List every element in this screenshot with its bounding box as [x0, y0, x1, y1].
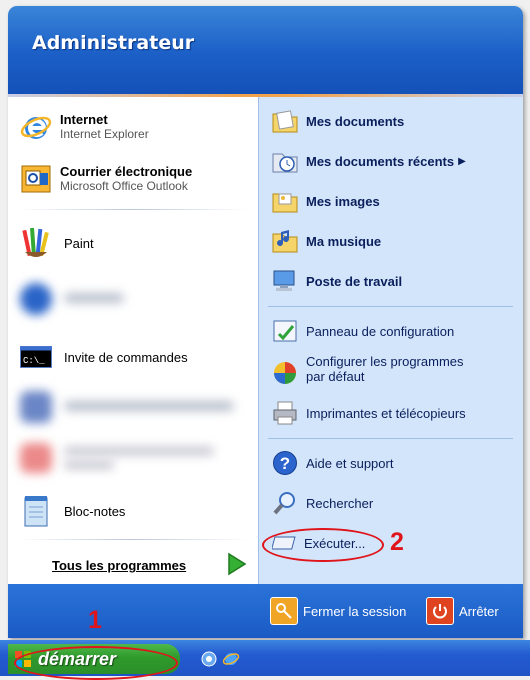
recent-label: Invite de commandes: [64, 349, 188, 365]
pinned-subtitle: Internet Explorer: [60, 127, 149, 141]
all-programs-button[interactable]: Tous les programmes: [52, 558, 186, 573]
left-panel: Internet Internet Explorer Courrier élec…: [8, 97, 258, 584]
configurer-programmes[interactable]: Configurer les programmes par défaut: [270, 354, 464, 388]
control-panel-icon: [270, 316, 300, 346]
mes-images[interactable]: Mes images: [270, 186, 380, 216]
configurer-programmes-label-2: par défaut: [306, 369, 365, 384]
pinned-title: Courrier électronique: [60, 164, 193, 179]
blurred-label: [64, 293, 124, 303]
green-arrow-icon[interactable]: [226, 552, 248, 576]
help-icon: ?: [270, 448, 300, 478]
shutdown-label: Arrêter: [459, 603, 499, 619]
mes-documents[interactable]: Mes documents: [270, 106, 404, 136]
imprimantes-telecopieurs[interactable]: Imprimantes et télécopieurs: [270, 398, 466, 428]
start-menu-header: Administrateur: [8, 6, 523, 94]
show-desktop-icon[interactable]: [200, 650, 218, 668]
power-icon: [426, 597, 454, 625]
search-icon: [270, 488, 300, 518]
divider: [268, 306, 513, 307]
ie-icon: [18, 109, 54, 145]
mes-documents-recents[interactable]: Mes documents récents ▶: [270, 146, 466, 176]
ma-musique-label: Ma musique: [306, 233, 382, 249]
blurred-icon: [20, 443, 52, 473]
folder-documents-icon: [270, 106, 300, 136]
printer-icon: [270, 398, 300, 428]
ie-quicklaunch-icon[interactable]: [222, 650, 240, 668]
recent-label: Bloc-notes: [64, 503, 126, 519]
outlook-icon: [18, 161, 54, 197]
pinned-title: Internet: [60, 112, 108, 127]
svg-text:?: ?: [280, 454, 290, 473]
notepad-icon: [18, 493, 54, 529]
aide-support[interactable]: ? Aide et support: [270, 448, 393, 478]
logoff-label: Fermer la session: [303, 603, 407, 619]
annotation-oval-executer: [262, 528, 384, 562]
recent-notepad[interactable]: Bloc-notes: [18, 493, 125, 529]
key-icon: [270, 597, 298, 625]
cmd-icon: C:\_: [18, 342, 54, 372]
panneau-configuration-label: Panneau de configuration: [306, 323, 455, 339]
divider: [268, 438, 513, 439]
recent-documents-icon: [270, 146, 300, 176]
folder-images-icon: [270, 186, 300, 216]
imprimantes-label: Imprimantes et télécopieurs: [306, 405, 466, 421]
pinned-subtitle: Microsoft Office Outlook: [60, 179, 188, 193]
user-name: Administrateur: [32, 32, 195, 54]
panneau-configuration[interactable]: Panneau de configuration: [270, 316, 454, 346]
pinned-email[interactable]: Courrier électronique Microsoft Office O…: [18, 161, 192, 197]
annotation-step-1: 1: [88, 606, 102, 634]
logoff-button[interactable]: Fermer la session: [270, 597, 406, 625]
annotation-oval-start: [14, 646, 178, 680]
paint-icon: [18, 225, 54, 261]
blurred-label: [64, 401, 234, 411]
computer-icon: [270, 266, 300, 296]
mes-documents-label: Mes documents: [306, 113, 405, 129]
blurred-label: [64, 461, 114, 469]
all-programs-label: Tous les programmes: [52, 558, 187, 573]
rechercher-label: Rechercher: [306, 495, 374, 511]
configurer-programmes-label: Configurer les programmes: [306, 354, 464, 369]
ma-musique[interactable]: Ma musique: [270, 226, 381, 256]
poste-de-travail[interactable]: Poste de travail: [270, 266, 402, 296]
svg-text:C:\_: C:\_: [23, 356, 45, 366]
folder-music-icon: [270, 226, 300, 256]
divider: [18, 539, 248, 540]
recent-cmd[interactable]: C:\_ Invite de commandes: [18, 342, 188, 372]
mes-documents-recents-label: Mes documents récents: [306, 153, 455, 169]
blurred-label: [64, 447, 214, 455]
blurred-icon: [20, 391, 52, 423]
submenu-arrow-icon: ▶: [458, 155, 466, 167]
blurred-icon: [20, 283, 52, 315]
default-programs-icon: [270, 358, 300, 388]
divider: [18, 209, 248, 210]
poste-de-travail-label: Poste de travail: [306, 273, 403, 289]
aide-support-label: Aide et support: [306, 455, 394, 471]
annotation-step-2: 2: [390, 528, 404, 556]
recent-paint[interactable]: Paint: [18, 225, 94, 261]
mes-images-label: Mes images: [306, 193, 380, 209]
pinned-internet[interactable]: Internet Internet Explorer: [18, 109, 149, 145]
shutdown-button[interactable]: Arrêter: [426, 597, 499, 625]
rechercher[interactable]: Rechercher: [270, 488, 373, 518]
recent-label: Paint: [64, 235, 94, 251]
